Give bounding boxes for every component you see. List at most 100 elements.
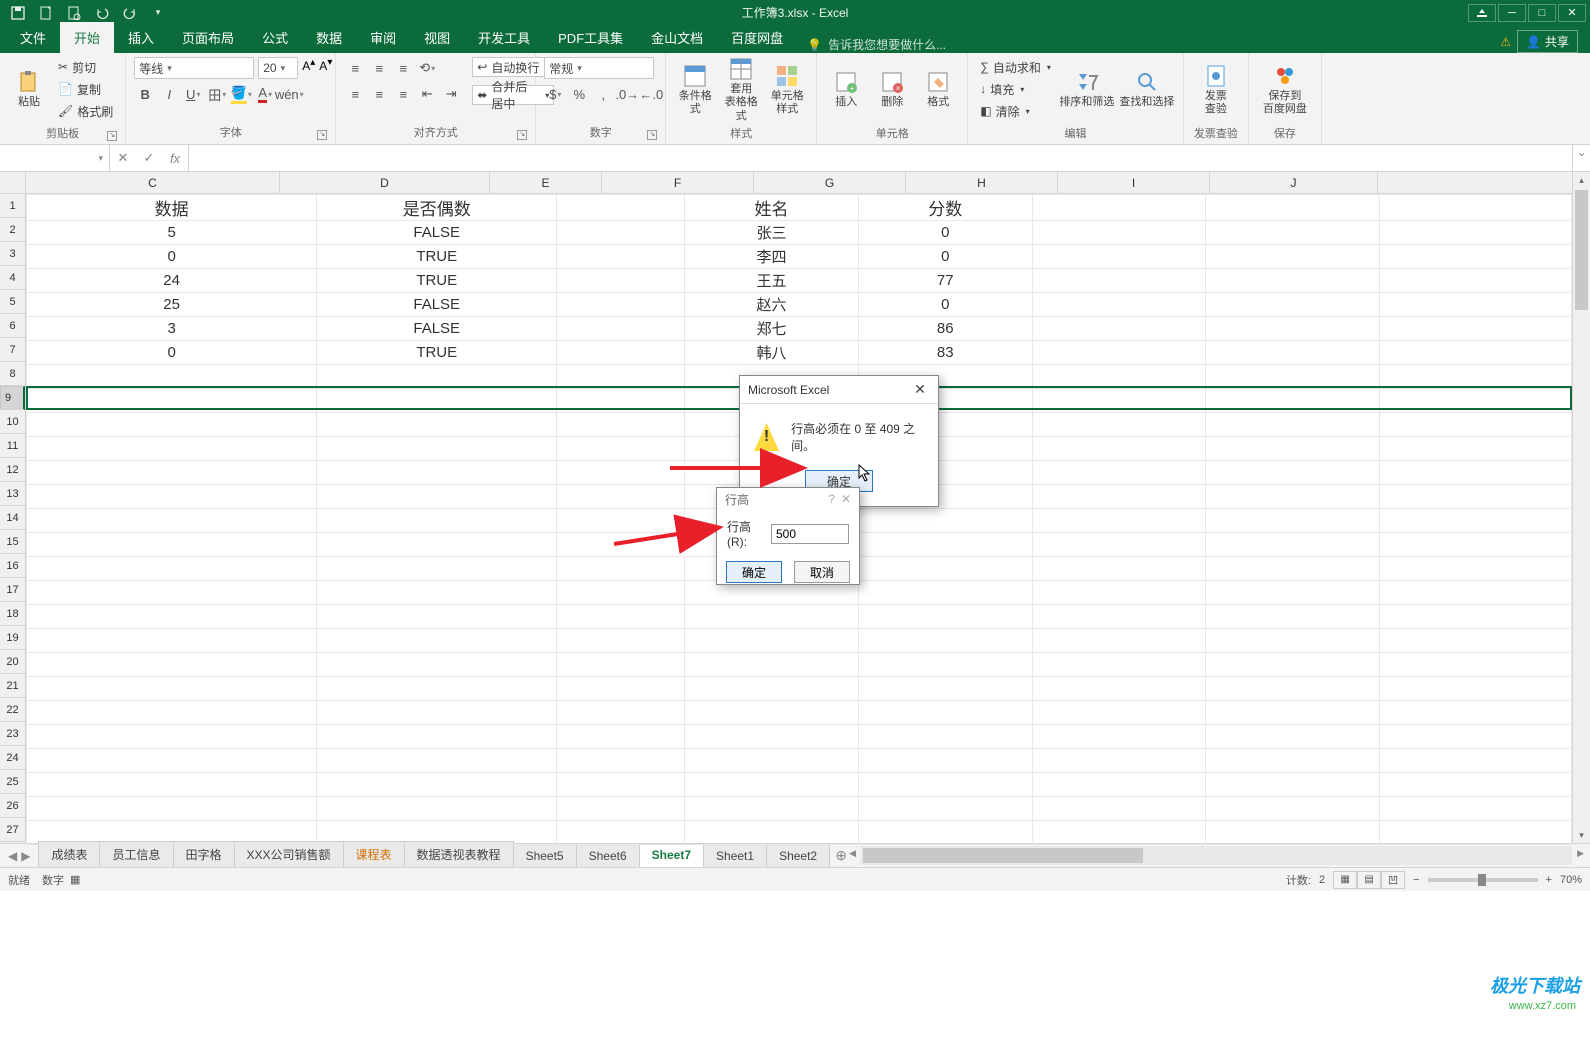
- row-header-6[interactable]: 6: [0, 314, 25, 338]
- cell[interactable]: [858, 701, 1032, 725]
- decrease-font-icon[interactable]: A▾: [319, 57, 332, 79]
- cell[interactable]: [317, 629, 557, 653]
- hscroll-thumb[interactable]: [863, 848, 1143, 863]
- row-header-26[interactable]: 26: [0, 794, 25, 818]
- tab-developer[interactable]: 开发工具: [464, 22, 544, 53]
- cell[interactable]: [557, 605, 685, 629]
- column-headers[interactable]: CDEFGHIJ: [26, 172, 1572, 194]
- cell[interactable]: [557, 653, 685, 677]
- row-headers[interactable]: 1234567891011121314151617181920212223242…: [0, 194, 26, 843]
- format-painter-button[interactable]: 🖌格式刷: [54, 101, 117, 121]
- align-dialog-launcher[interactable]: ↘: [517, 130, 527, 140]
- cell[interactable]: [858, 605, 1032, 629]
- cell[interactable]: [317, 413, 557, 437]
- cell[interactable]: [858, 821, 1032, 845]
- cell[interactable]: [1379, 413, 1571, 437]
- cell[interactable]: [557, 221, 685, 245]
- scroll-up-icon[interactable]: ▴: [1573, 172, 1590, 188]
- cell[interactable]: [1032, 509, 1206, 533]
- number-format-select[interactable]: 常规: [544, 57, 654, 79]
- cell[interactable]: [1032, 653, 1206, 677]
- tab-insert[interactable]: 插入: [114, 22, 168, 53]
- cell[interactable]: [1206, 365, 1380, 389]
- vertical-scrollbar[interactable]: ▴ ▾: [1572, 172, 1590, 843]
- cell[interactable]: [685, 749, 859, 773]
- cell[interactable]: [557, 413, 685, 437]
- cell[interactable]: [1206, 725, 1380, 749]
- cell[interactable]: [557, 365, 685, 389]
- conditional-format-button[interactable]: 条件格式: [674, 57, 716, 123]
- cell[interactable]: [557, 581, 685, 605]
- close-icon[interactable]: ✕: [1558, 4, 1586, 22]
- cell[interactable]: [1032, 773, 1206, 797]
- cell[interactable]: [557, 533, 685, 557]
- cell[interactable]: TRUE: [317, 341, 557, 365]
- cell[interactable]: [317, 773, 557, 797]
- cell[interactable]: FALSE: [317, 317, 557, 341]
- cell[interactable]: [27, 605, 317, 629]
- cell[interactable]: [1379, 437, 1571, 461]
- save-icon[interactable]: [8, 4, 28, 22]
- row-header-9[interactable]: 9: [0, 386, 25, 410]
- tab-jinshan[interactable]: 金山文档: [637, 22, 717, 53]
- cell[interactable]: [317, 797, 557, 821]
- row-header-11[interactable]: 11: [0, 434, 25, 458]
- cell[interactable]: 李四: [685, 245, 859, 269]
- cell[interactable]: 王五: [685, 269, 859, 293]
- column-header-G[interactable]: G: [754, 172, 906, 193]
- cell[interactable]: [858, 533, 1032, 557]
- cell[interactable]: [1379, 317, 1571, 341]
- cell[interactable]: [1379, 701, 1571, 725]
- cell[interactable]: [27, 797, 317, 821]
- cell[interactable]: [685, 629, 859, 653]
- cell[interactable]: [685, 797, 859, 821]
- cell[interactable]: [1379, 821, 1571, 845]
- cell[interactable]: [317, 725, 557, 749]
- cell[interactable]: 3: [27, 317, 317, 341]
- column-header-F[interactable]: F: [602, 172, 754, 193]
- sort-filter-button[interactable]: 排序和筛选: [1059, 57, 1115, 123]
- cell[interactable]: [1032, 749, 1206, 773]
- cell[interactable]: [317, 701, 557, 725]
- redo-icon[interactable]: [120, 4, 140, 22]
- cell[interactable]: [557, 437, 685, 461]
- cell[interactable]: 0: [27, 341, 317, 365]
- alert-close-icon[interactable]: ✕: [910, 381, 930, 398]
- tab-data[interactable]: 数据: [302, 22, 356, 53]
- cell[interactable]: [557, 293, 685, 317]
- formula-input[interactable]: [189, 145, 1572, 171]
- clear-button[interactable]: ◧清除▾: [976, 101, 1055, 121]
- row-header-17[interactable]: 17: [0, 578, 25, 602]
- cell[interactable]: 24: [27, 269, 317, 293]
- cell[interactable]: [858, 773, 1032, 797]
- page-layout-view-icon[interactable]: ▤: [1357, 871, 1381, 889]
- cell[interactable]: [557, 509, 685, 533]
- row-header-21[interactable]: 21: [0, 674, 25, 698]
- font-dialog-launcher[interactable]: ↘: [317, 130, 327, 140]
- cell[interactable]: [1206, 701, 1380, 725]
- cell[interactable]: [1206, 485, 1380, 509]
- insert-function-icon[interactable]: fx: [162, 151, 188, 166]
- fill-button[interactable]: ↓填充▾: [976, 79, 1055, 99]
- cell[interactable]: [557, 797, 685, 821]
- cell[interactable]: 郑七: [685, 317, 859, 341]
- cell[interactable]: [317, 677, 557, 701]
- scroll-left-icon[interactable]: ◀: [849, 848, 856, 859]
- fill-color-icon[interactable]: 🪣: [230, 83, 252, 105]
- cell[interactable]: [858, 653, 1032, 677]
- row-header-25[interactable]: 25: [0, 770, 25, 794]
- cell[interactable]: [1032, 221, 1206, 245]
- row-header-14[interactable]: 14: [0, 506, 25, 530]
- tab-formulas[interactable]: 公式: [248, 22, 302, 53]
- cell[interactable]: [1379, 485, 1571, 509]
- cell[interactable]: [557, 485, 685, 509]
- qat-customize-icon[interactable]: ▾: [148, 4, 168, 22]
- cell[interactable]: [1032, 557, 1206, 581]
- cell[interactable]: [1379, 725, 1571, 749]
- cell[interactable]: [1379, 269, 1571, 293]
- open-file-icon[interactable]: [64, 4, 84, 22]
- cell[interactable]: [27, 413, 317, 437]
- cell[interactable]: [685, 677, 859, 701]
- baidu-save-button[interactable]: 保存到 百度网盘: [1257, 57, 1313, 123]
- cell[interactable]: [685, 653, 859, 677]
